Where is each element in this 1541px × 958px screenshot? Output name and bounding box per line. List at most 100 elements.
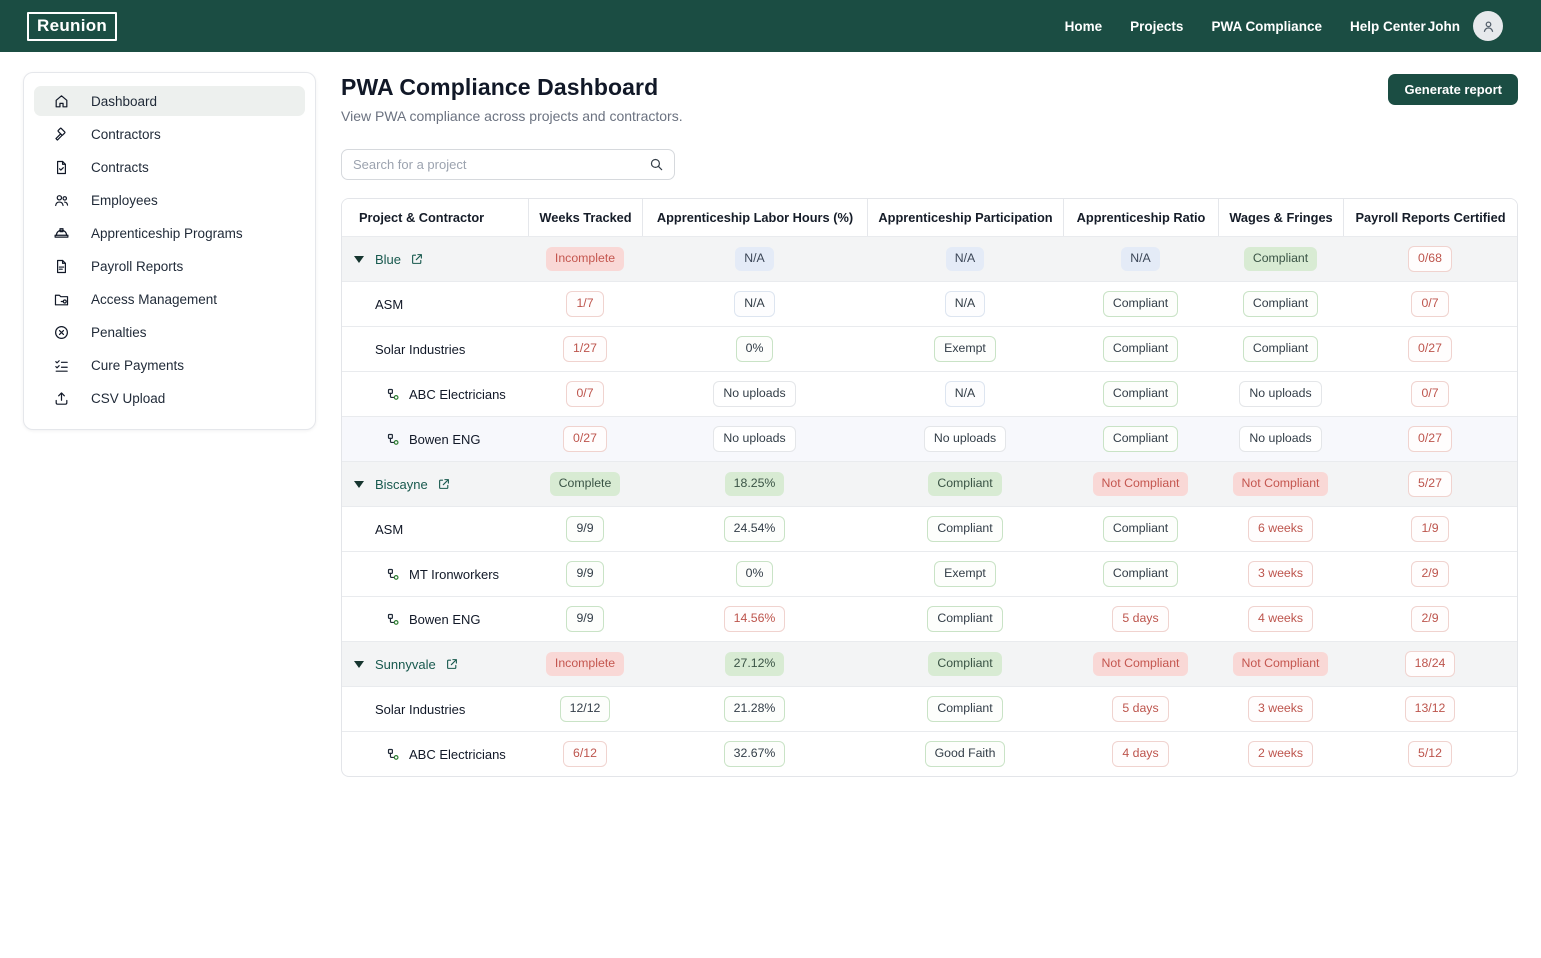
status-badge: Compliant xyxy=(1242,291,1319,317)
table-cell: 4 days xyxy=(1063,741,1218,767)
status-badge: Complete xyxy=(549,472,621,496)
status-badge: No uploads xyxy=(713,381,796,407)
external-link-icon[interactable] xyxy=(410,252,424,266)
project-contractor-cell: ABC Electricians xyxy=(342,747,528,762)
status-badge: 9/9 xyxy=(566,561,604,587)
external-link-icon[interactable] xyxy=(437,477,451,491)
sidebar-item-contractors[interactable]: Contractors xyxy=(34,119,305,149)
sidebar-item-payroll-reports[interactable]: Payroll Reports xyxy=(34,251,305,281)
nav-pwa-compliance[interactable]: PWA Compliance xyxy=(1211,19,1322,34)
status-badge: 0/27 xyxy=(563,426,607,452)
sidebar-item-csv-upload[interactable]: CSV Upload xyxy=(34,383,305,413)
table-cell: Not Compliant xyxy=(1063,472,1218,496)
table-cell: Compliant xyxy=(867,652,1063,676)
main-content: PWA Compliance Dashboard View PWA compli… xyxy=(341,74,1518,777)
project-link[interactable]: Biscayne xyxy=(375,477,428,492)
table-cell: 0/7 xyxy=(1343,291,1517,317)
status-badge: 0% xyxy=(735,336,774,362)
sidebar-item-dashboard[interactable]: Dashboard xyxy=(34,86,305,116)
status-badge: Good Faith xyxy=(924,741,1006,767)
table-cell: Compliant xyxy=(1063,426,1218,452)
sidebar-item-penalties[interactable]: Penalties xyxy=(34,317,305,347)
table-row-abc-electricians-3: ABC Electricians 0/7 No uploads N/A Complian… xyxy=(342,371,1517,416)
sidebar-item-cure-payments[interactable]: Cure Payments xyxy=(34,350,305,380)
penalty-icon xyxy=(53,324,70,341)
table-cell: 9/9 xyxy=(528,516,642,542)
contractor-name: Solar Industries xyxy=(375,341,466,357)
table-cell: 0/7 xyxy=(1343,381,1517,407)
table-cell: 14.56% xyxy=(642,606,867,632)
table-body: Blue Incomplete N/A N/A N/A Compliant 0/68 ASM 1… xyxy=(342,236,1517,776)
subcontractor-link-icon xyxy=(386,612,401,627)
column-header-project-contractor: Project & Contractor xyxy=(359,210,485,225)
status-badge: 0% xyxy=(735,561,774,587)
project-link[interactable]: Blue xyxy=(375,252,401,267)
table-cell: 9/9 xyxy=(528,561,642,587)
sidebar-item-contracts[interactable]: Contracts xyxy=(34,152,305,182)
search-icon[interactable] xyxy=(648,156,665,173)
sidebar-item-access-management[interactable]: Access Management xyxy=(34,284,305,314)
table-cell: 18.25% xyxy=(642,472,867,496)
project-contractor-cell: ASM xyxy=(342,297,528,312)
sidebar-item-employees[interactable]: Employees xyxy=(34,185,305,215)
nav-home[interactable]: Home xyxy=(1065,19,1103,34)
status-badge: Compliant xyxy=(1102,426,1179,452)
nav-projects[interactable]: Projects xyxy=(1130,19,1183,34)
table-cell: Incomplete xyxy=(528,247,642,271)
table-cell: N/A xyxy=(1063,247,1218,271)
user-menu[interactable]: John xyxy=(1428,11,1503,41)
sidebar-item-apprenticeship-programs[interactable]: Apprenticeship Programs xyxy=(34,218,305,248)
status-badge: 18.25% xyxy=(724,472,785,496)
table-row-biscayne-5: Biscayne Complete 18.25% Compliant Not Compl… xyxy=(342,461,1517,506)
table-cell: N/A xyxy=(867,381,1063,407)
collapse-toggle-icon[interactable] xyxy=(354,480,364,488)
status-badge: N/A xyxy=(945,247,985,271)
table-row-solar-industries-10: Solar Industries 12/12 21.28% Compliant 5 da… xyxy=(342,686,1517,731)
external-link-icon[interactable] xyxy=(445,657,459,671)
subcontractor-link-icon xyxy=(386,387,401,402)
status-badge: Not Compliant xyxy=(1092,472,1189,496)
search-input[interactable] xyxy=(341,149,675,180)
employees-icon xyxy=(53,192,70,209)
table-cell: Exempt xyxy=(867,561,1063,587)
table-cell: 5 days xyxy=(1063,606,1218,632)
nav-help-center[interactable]: Help Center xyxy=(1350,19,1426,34)
subcontractor-link-icon xyxy=(386,432,401,447)
hammer-icon xyxy=(53,126,70,143)
table-row-sunnyvale-9: Sunnyvale Incomplete 27.12% Compliant Not Co… xyxy=(342,641,1517,686)
collapse-toggle-icon[interactable] xyxy=(354,255,364,263)
status-badge: No uploads xyxy=(923,426,1007,452)
table-row-blue-0: Blue Incomplete N/A N/A N/A Compliant 0/68 xyxy=(342,236,1517,281)
status-badge: No uploads xyxy=(1239,381,1322,407)
table-cell: 0/7 xyxy=(528,381,642,407)
status-badge: No uploads xyxy=(1239,426,1322,452)
user-name: John xyxy=(1427,18,1460,34)
collapse-toggle-icon[interactable] xyxy=(354,660,364,668)
sidebar-item-label: Penalties xyxy=(91,324,147,340)
status-badge: N/A xyxy=(944,291,986,317)
table-row-mt-ironworkers-7: MT Ironworkers 9/9 0% Exempt Compliant 3 week… xyxy=(342,551,1517,596)
table-cell: No uploads xyxy=(1218,381,1343,407)
table-cell: Compliant xyxy=(1063,381,1218,407)
status-badge: Compliant xyxy=(1102,516,1179,542)
status-badge: 0/7 xyxy=(1411,381,1449,407)
project-contractor-cell: MT Ironworkers xyxy=(342,567,528,582)
compliance-table: Project & Contractor Weeks Tracked Apprent… xyxy=(341,198,1518,777)
table-cell: N/A xyxy=(867,291,1063,317)
project-link[interactable]: Sunnyvale xyxy=(375,657,436,672)
status-badge: 32.67% xyxy=(723,741,786,767)
generate-report-button[interactable]: Generate report xyxy=(1388,74,1518,105)
table-cell: Compliant xyxy=(1063,336,1218,362)
status-badge: N/A xyxy=(1121,247,1160,271)
contract-icon xyxy=(53,159,70,176)
status-badge: N/A xyxy=(734,291,775,317)
status-badge: Exempt xyxy=(934,561,996,587)
sidebar-item-label: Apprenticeship Programs xyxy=(91,225,243,241)
upload-icon xyxy=(53,390,70,407)
status-badge: 0/68 xyxy=(1408,246,1452,272)
table-cell: 3 weeks xyxy=(1218,561,1343,587)
avatar[interactable] xyxy=(1473,11,1503,41)
sidebar-item-label: Contractors xyxy=(91,126,161,142)
sidebar-item-label: CSV Upload xyxy=(91,390,166,406)
table-cell: 12/12 xyxy=(528,696,642,722)
